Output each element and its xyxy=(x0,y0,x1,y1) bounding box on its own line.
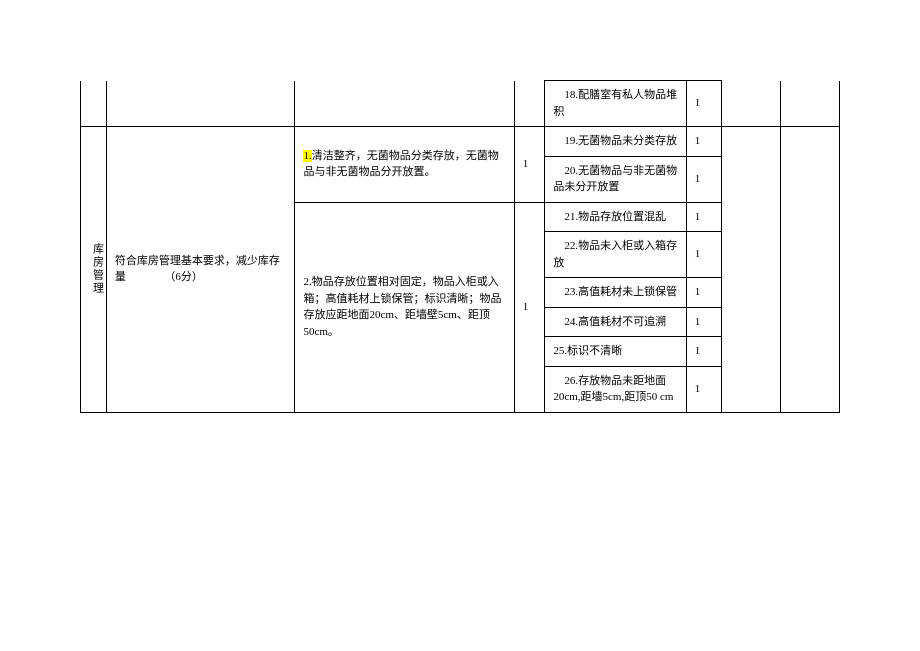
table-row: 库房管理 符合库房管理基本要求，减少库存量 （6分） 1.清洁整齐，无菌物品分类… xyxy=(81,127,840,157)
detail-cell: 2.物品存放位置相对固定，物品入柜或入箱；高值耗材上锁保管；标识清晰；物品存放应… xyxy=(295,202,514,412)
detail-text: 清洁整齐，无菌物品分类存放，无菌物品与非无菌物品分开放置。 xyxy=(303,150,498,179)
issue-score: 1 xyxy=(686,81,721,127)
empty-cell xyxy=(295,81,514,127)
issue-cell: 23.高值耗材未上锁保管 xyxy=(545,278,686,308)
issue-score: 1 xyxy=(686,127,721,157)
issue-score: 1 xyxy=(686,366,721,412)
highlight: 1. xyxy=(303,150,311,162)
empty-cell xyxy=(722,81,781,127)
issue-cell: 19.无菌物品未分类存放 xyxy=(545,127,686,157)
issue-cell: 18.配膳室有私人物品堆积 xyxy=(545,81,686,127)
issue-score: 1 xyxy=(686,156,721,202)
issue-cell: 20.无菌物品与非无菌物品未分开放置 xyxy=(545,156,686,202)
issue-score: 1 xyxy=(686,202,721,232)
empty-cell xyxy=(781,127,840,413)
issue-cell: 26.存放物品未距地面20cm,距墙5cm,距顶50 cm xyxy=(545,366,686,412)
evaluation-table: 18.配膳室有私人物品堆积 1 库房管理 符合库房管理基本要求，减少库存量 （6… xyxy=(80,80,840,413)
empty-cell xyxy=(514,81,545,127)
requirement-cell: 符合库房管理基本要求，减少库存量 （6分） xyxy=(106,127,295,413)
issue-cell: 21.物品存放位置混乱 xyxy=(545,202,686,232)
issue-score: 1 xyxy=(686,307,721,337)
issue-cell: 25.标识不清晰 xyxy=(545,337,686,367)
empty-cell xyxy=(781,81,840,127)
category-cell: 库房管理 xyxy=(81,127,107,413)
detail-cell: 1.清洁整齐，无菌物品分类存放，无菌物品与非无菌物品分开放置。 xyxy=(295,127,514,203)
issue-cell: 22.物品未入柜或入箱存放 xyxy=(545,232,686,278)
empty-cell xyxy=(81,81,107,127)
issue-cell: 24.高值耗材不可追溯 xyxy=(545,307,686,337)
table-row: 18.配膳室有私人物品堆积 1 xyxy=(81,81,840,127)
issue-score: 1 xyxy=(686,278,721,308)
issue-score: 1 xyxy=(686,337,721,367)
empty-cell xyxy=(722,127,781,413)
issue-score: 1 xyxy=(686,232,721,278)
detail-score: 1 xyxy=(514,202,545,412)
detail-score: 1 xyxy=(514,127,545,203)
empty-cell xyxy=(106,81,295,127)
